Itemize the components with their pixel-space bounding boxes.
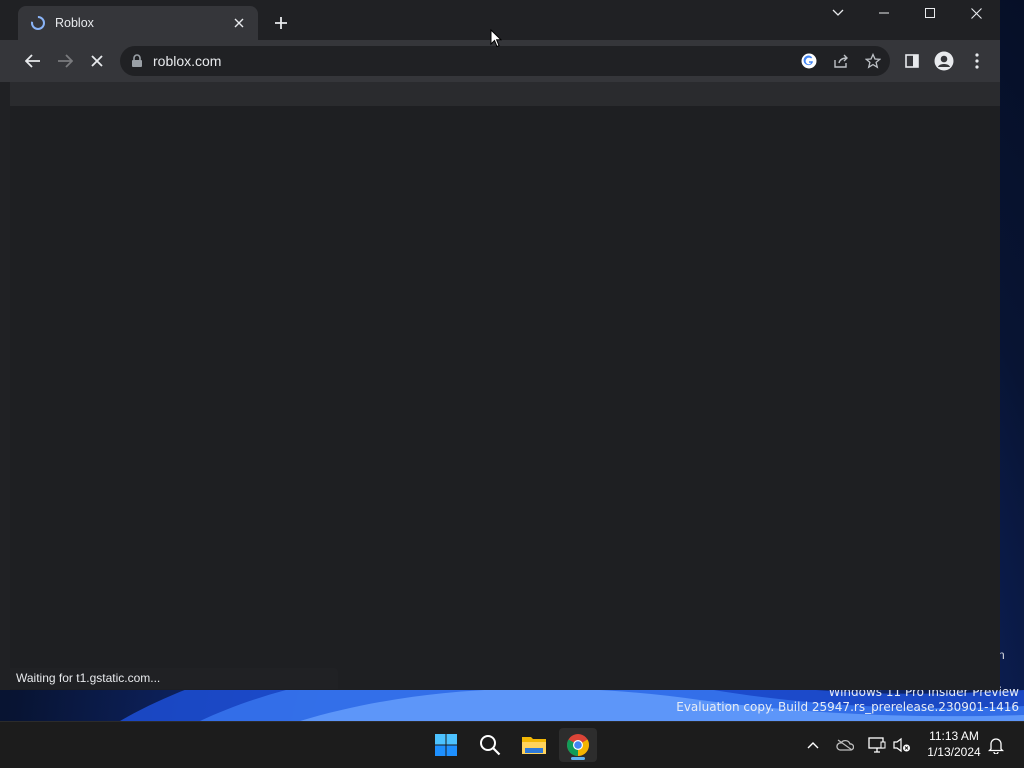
share-icon[interactable] — [830, 50, 852, 72]
tab-title: Roblox — [55, 16, 94, 30]
forward-icon[interactable] — [51, 48, 79, 74]
onedrive-icon[interactable] — [833, 732, 857, 758]
volume-muted-icon[interactable] — [890, 732, 914, 758]
status-bubble: Waiting for t1.gstatic.com... — [10, 668, 338, 689]
watermark-line-2: Evaluation copy. Build 25947.rs_prerelea… — [676, 700, 1019, 714]
menu-kebab-icon[interactable] — [963, 48, 991, 74]
chevron-up-icon[interactable] — [801, 732, 825, 758]
new-tab-icon[interactable] — [270, 12, 292, 34]
mouse-cursor-icon — [490, 28, 503, 53]
clock-time: 11:13 AM — [929, 729, 979, 743]
roblox-favicon — [30, 15, 46, 31]
lock-icon[interactable] — [131, 54, 145, 68]
notification-bell-icon[interactable] — [984, 732, 1008, 758]
tab-roblox[interactable]: Roblox — [18, 6, 258, 40]
active-app-indicator — [571, 757, 585, 760]
page-content-area[interactable] — [10, 106, 1000, 690]
system-clock[interactable]: 11:13 AM 1/13/2024 — [918, 728, 990, 760]
close-icon[interactable] — [953, 0, 999, 26]
address-bar[interactable]: roblox.com — [120, 46, 890, 76]
side-panel-icon[interactable] — [898, 48, 926, 74]
chrome-icon[interactable] — [559, 728, 597, 762]
tab-search-icon[interactable] — [815, 0, 861, 26]
page-top-strip — [10, 82, 1000, 106]
stop-loading-icon[interactable] — [83, 48, 111, 74]
google-icon[interactable] — [798, 50, 820, 72]
file-explorer-icon[interactable] — [515, 728, 553, 762]
maximize-icon[interactable] — [907, 0, 953, 26]
minimize-icon[interactable] — [861, 0, 907, 26]
window-left-border — [0, 82, 10, 690]
tab-close-icon[interactable] — [230, 14, 248, 32]
network-icon[interactable] — [865, 732, 889, 758]
windows-start-icon[interactable] — [427, 728, 465, 762]
back-icon[interactable] — [19, 48, 47, 74]
search-icon[interactable] — [471, 728, 509, 762]
bookmark-star-icon[interactable] — [862, 50, 884, 72]
profile-icon[interactable] — [930, 48, 958, 74]
url-text[interactable]: roblox.com — [153, 53, 221, 69]
clock-date: 1/13/2024 — [927, 745, 981, 759]
taskbar: 11:13 AM 1/13/2024 — [0, 721, 1024, 768]
chrome-window: Roblox roblox.com Waiting for t1.gstatic… — [0, 0, 1000, 690]
